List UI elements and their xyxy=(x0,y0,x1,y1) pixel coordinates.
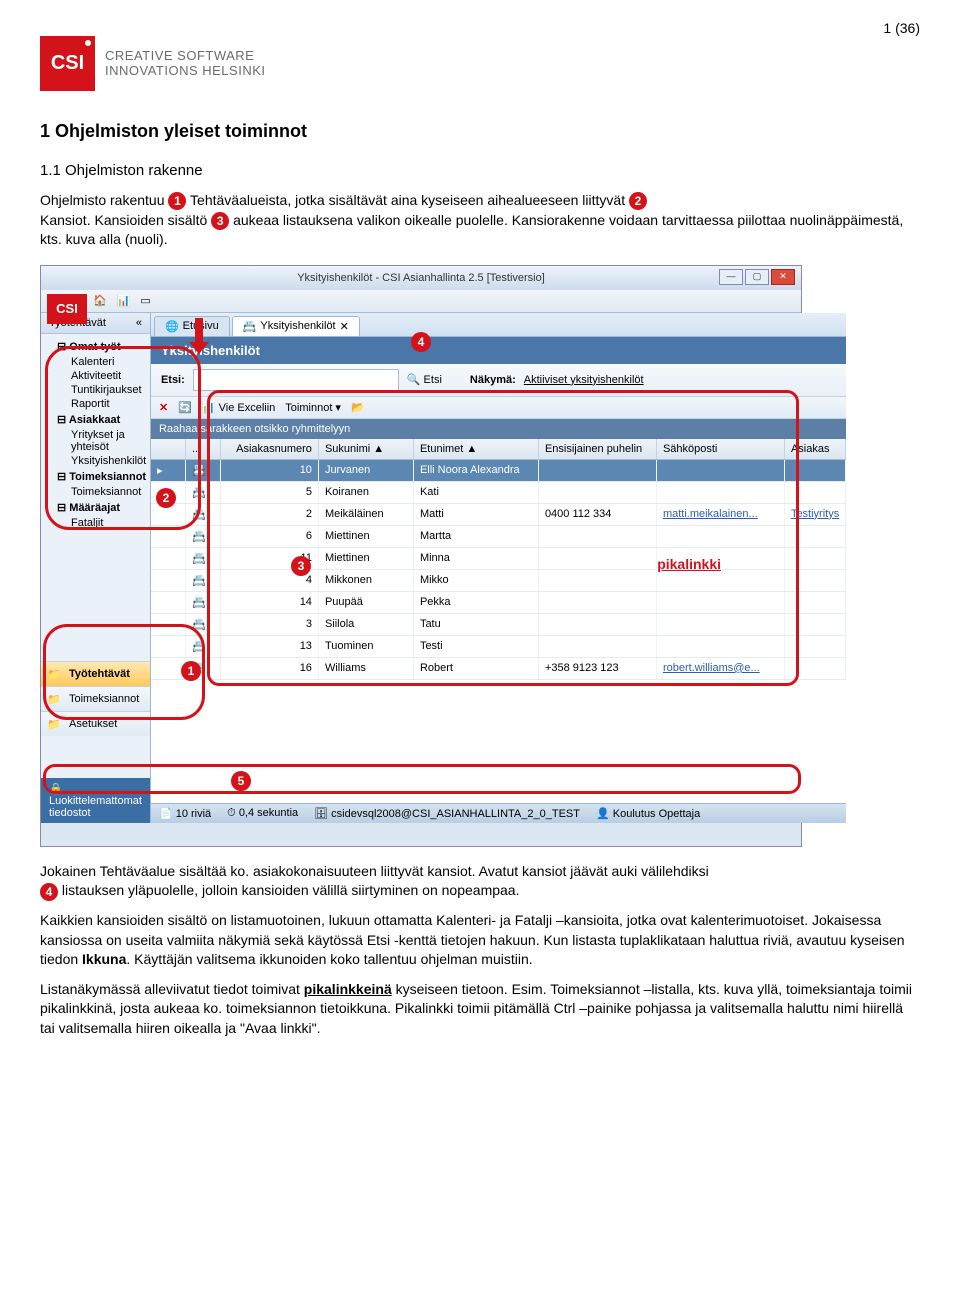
t: Yksityishenkilöt xyxy=(260,320,335,332)
toolbar-icon[interactable]: 📊 xyxy=(117,294,131,307)
callout-1: 1 xyxy=(181,661,201,681)
t: 10 riviä xyxy=(176,808,211,820)
t: Ohjelmisto rakentuu xyxy=(40,192,168,208)
app-screenshot: 1 2 3 4 5 pikalinkki Yksityishenkilöt - … xyxy=(40,265,802,847)
brand-header: CSI CREATIVE SOFTWARE INNOVATIONS HELSIN… xyxy=(40,36,920,91)
window-titlebar: Yksityishenkilöt - CSI Asianhallinta 2.5… xyxy=(41,266,801,290)
ring-tree xyxy=(45,346,201,530)
home-icon[interactable]: 🏠 xyxy=(93,294,107,307)
logo-line2: INNOVATIONS HELSINKI xyxy=(105,63,266,78)
minimize-button[interactable]: — xyxy=(719,269,743,285)
ikkuna-bold: Ikkuna xyxy=(82,951,126,967)
t: Luokittelemattomat tiedostot xyxy=(49,795,142,819)
search-input[interactable] xyxy=(193,369,399,391)
t: Koulutus Opettaja xyxy=(613,808,700,820)
search-button[interactable]: 🔍 Etsi xyxy=(407,373,442,386)
red-arrow-icon xyxy=(189,318,209,354)
paragraph-4: Listanäkymässä alleviivatut tiedot toimi… xyxy=(40,980,920,1039)
status-time: ⏱ 0,4 sekuntia xyxy=(227,807,298,820)
paragraph-2: Jokainen Tehtäväalue sisältää ko. asiako… xyxy=(40,862,920,901)
status-db: 🗄 csidevsql2008@CSI_ASIANHALLINTA_2_0_TE… xyxy=(314,807,580,820)
main-heading: Yksityishenkilöt xyxy=(151,337,846,364)
close-button[interactable]: ✕ xyxy=(771,269,795,285)
paragraph-3: Kaikkien kansioiden sisältö on listamuot… xyxy=(40,911,920,970)
marker-1-inline: 1 xyxy=(168,192,186,210)
callout-4: 4 xyxy=(411,332,431,352)
callout-5: 5 xyxy=(231,771,251,791)
pikalinkkeina-link: pikalinkkeinä xyxy=(304,981,392,997)
t: Kansiot. Kansioiden sisältö xyxy=(40,212,211,228)
t: Tehtäväalueista, jotka sisältävät aina k… xyxy=(186,192,629,208)
t: 0,4 sekuntia xyxy=(239,807,298,819)
collapse-icon[interactable]: « xyxy=(136,317,142,329)
status-rows: 📄 10 riviä xyxy=(159,807,211,820)
maximize-button[interactable]: ▢ xyxy=(745,269,769,285)
status-bar: 📄 10 riviä ⏱ 0,4 sekuntia 🗄 csidevsql200… xyxy=(151,803,846,823)
marker-2-inline: 2 xyxy=(629,192,647,210)
t: Jokainen Tehtäväalue sisältää ko. asiako… xyxy=(40,863,709,879)
callout-2: 2 xyxy=(156,488,176,508)
status-user: 👤 Koulutus Opettaja xyxy=(596,807,700,820)
pikalinkki-label: pikalinkki xyxy=(657,556,721,572)
tab-bar: 🌐 Etusivu 📇 Yksityishenkilöt ✕ xyxy=(151,313,846,337)
t: listauksen yläpuolelle, jolloin kansioid… xyxy=(58,882,520,898)
intro-paragraph: Ohjelmisto rakentuu 1 Tehtäväalueista, j… xyxy=(40,191,920,250)
t: . Käyttäjän valitsema ikkunoiden koko ta… xyxy=(126,951,532,967)
t: csidevsql2008@CSI_ASIANHALLINTA_2_0_TEST xyxy=(331,808,580,820)
view-select[interactable]: Aktiiviset yksityishenkilöt xyxy=(524,374,644,386)
logo-badge: CSI xyxy=(40,36,95,91)
toolbar-icon[interactable]: ▭ xyxy=(140,294,150,307)
marker-3-inline: 3 xyxy=(211,212,229,230)
ring-status xyxy=(43,764,801,794)
t: Etsi xyxy=(424,374,442,386)
window-title: Yksityishenkilöt - CSI Asianhallinta 2.5… xyxy=(297,272,545,284)
heading-1: 1 Ohjelmiston yleiset toiminnot xyxy=(40,121,920,142)
ring-main xyxy=(207,390,799,686)
menubar[interactable]: 🏠 📊 ▭ xyxy=(41,290,801,313)
heading-2: 1.1 Ohjelmiston rakenne xyxy=(40,162,920,179)
t: Listanäkymässä alleviivatut tiedot toimi… xyxy=(40,981,304,997)
view-label: Näkymä: xyxy=(470,374,516,386)
marker-4-inline: 4 xyxy=(40,883,58,901)
callout-3: 3 xyxy=(291,556,311,576)
logo-line1: CREATIVE SOFTWARE xyxy=(105,48,254,63)
page-number: 1 (36) xyxy=(40,20,920,36)
logo-text: CREATIVE SOFTWARE INNOVATIONS HELSINKI xyxy=(105,49,266,78)
tab-persons[interactable]: 📇 Yksityishenkilöt ✕ xyxy=(232,316,360,336)
app-logo-icon: CSI xyxy=(47,294,87,324)
